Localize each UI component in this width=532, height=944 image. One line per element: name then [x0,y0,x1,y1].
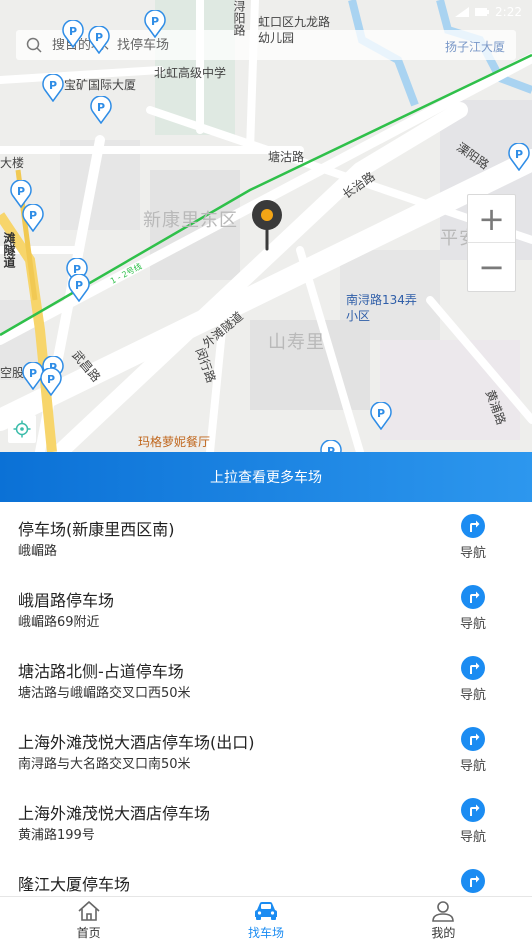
search-input[interactable] [52,37,452,53]
tab-mine-label: 我的 [431,926,456,940]
navigate-label: 导航 [459,759,486,774]
parking-pin[interactable]: P [22,204,44,232]
parking-name: 停车场(新康里西区南) [18,520,175,539]
parking-list-item[interactable]: 上海外滩茂悦大酒店停车场(出口) 南浔路与大名路交叉口南50米 导航 [0,715,532,786]
parking-pin[interactable]: P [62,20,84,48]
parking-list-item[interactable]: 上海外滩茂悦大酒店停车场 黄浦路199号 导航 [0,786,532,857]
svg-text:P: P [29,367,37,380]
zoom-in-button[interactable]: + [468,195,515,243]
navigate-button[interactable]: 导航 [454,727,492,774]
svg-text:P: P [17,185,25,198]
navigate-button[interactable]: 导航 [454,656,492,703]
map-label-tanggu-road: 塘沽路 [268,150,305,164]
svg-text:P: P [327,445,335,452]
map-label-shanshouli: 山寿里 [268,332,325,353]
navigate-label: 导航 [459,617,486,632]
tab-find-parking[interactable]: 找车场 [177,897,354,944]
navigate-arrow-icon [470,875,480,887]
home-icon [78,901,100,921]
map-label-nanxun-134: 南浔路134弄小区 [346,293,417,323]
navigate-button[interactable]: 导航 [454,585,492,632]
navigate-arrow-icon [470,662,480,674]
map-label-tunnel: 滩隧道 [2,232,16,268]
pull-up-more-parking-banner[interactable]: 上拉查看更多车场 [0,452,532,502]
svg-text:P: P [377,407,385,420]
svg-text:P: P [95,31,103,44]
navigate-arrow-icon [470,733,480,745]
svg-text:P: P [47,373,55,386]
map-label-beihong-school: 北虹高级中学 [154,66,227,80]
zoom-controls: + − [467,194,516,292]
parking-name: 上海外滩茂悦大酒店停车场 [18,804,211,823]
svg-text:P: P [29,209,37,222]
map-label-yangzijiang: 扬子江大厦 [445,40,506,54]
svg-text:P: P [515,148,523,161]
navigate-button[interactable]: 导航 [454,869,492,896]
search-icon [26,37,42,53]
parking-address: 峨嵋路 [18,544,58,559]
navigate-label: 导航 [459,688,486,703]
parking-list-item[interactable]: 塘沽路北侧-占道停车场 塘沽路与峨嵋路交叉口西50米 导航 [0,644,532,715]
parking-pin[interactable]: P [40,368,62,396]
map-label-building: 大楼 [0,156,25,170]
svg-text:P: P [69,25,77,38]
map-label-konggu: 空股 [0,366,25,380]
navigate-button[interactable]: 导航 [454,514,492,561]
parking-name: 隆江大厦停车场 [18,875,131,894]
svg-text:P: P [151,15,159,28]
map-label-baokuang: 宝矿国际大厦 [64,78,137,92]
bottom-tab-bar: 首页 找车场 我的 [0,896,532,944]
parking-list[interactable]: 停车场(新康里西区南) 峨嵋路 导航 峨眉路停车场 峨嵋路69附近 导航 塘沽路… [0,502,532,896]
user-icon [432,901,455,922]
locate-button[interactable] [8,415,36,443]
parking-pin[interactable]: P [320,440,342,452]
status-time: 2:22 [495,5,522,19]
navigate-arrow-icon [470,591,480,603]
svg-text:P: P [97,101,105,114]
zoom-out-button[interactable]: − [468,243,515,291]
parking-pin[interactable]: P [370,402,392,430]
tab-home-label: 首页 [76,926,101,940]
tab-mine[interactable]: 我的 [355,897,532,944]
map-view[interactable]: 2:22 浔阳路 虹口区九龙路幼儿园 扬子江大厦 宝矿国际大厦 北虹高级中学 大… [0,0,532,452]
map-label-xunyang-road: 浔阳路 [232,0,246,36]
parking-list-item[interactable]: 隆江大厦停车场 导航 [0,857,532,896]
parking-address: 南浔路与大名路交叉口南50米 [18,757,191,772]
navigate-button[interactable]: 导航 [454,798,492,845]
parking-pin[interactable]: P [90,96,112,124]
parking-address: 黄浦路199号 [18,828,95,843]
parking-pin[interactable]: P [144,10,166,38]
parking-pin[interactable]: P [42,74,64,102]
svg-text:P: P [49,79,57,92]
parking-address: 塘沽路与峨嵋路交叉口西50米 [18,686,191,701]
locate-icon [13,420,31,438]
parking-address: 峨嵋路69附近 [18,615,100,630]
navigate-label: 导航 [459,830,486,845]
svg-text:P: P [75,279,83,292]
signal-icon [455,7,470,17]
parking-list-item[interactable]: 峨眉路停车场 峨嵋路69附近 导航 [0,573,532,644]
tab-find-parking-label: 找车场 [247,926,284,940]
map-label-margone-restaurant: 玛格萝妮餐厅 [138,435,211,449]
parking-list-item[interactable]: 停车场(新康里西区南) 峨嵋路 导航 [0,502,532,573]
tab-home[interactable]: 首页 [0,897,177,944]
map-label-xinkangli: 新康里东区 [143,210,238,231]
center-location-pin-icon [250,199,284,251]
parking-name: 塘沽路北侧-占道停车场 [18,662,184,681]
car-icon [254,902,277,920]
navigate-arrow-icon [470,804,480,816]
status-bar: 2:22 [455,0,532,24]
parking-pin[interactable]: P [88,26,110,54]
parking-name: 上海外滩茂悦大酒店停车场(出口) [18,733,255,752]
navigate-label: 导航 [459,546,486,561]
map-label-kindergarten: 虹口区九龙路幼儿园 [258,15,331,45]
parking-pin[interactable]: P [68,274,90,302]
navigate-arrow-icon [470,520,480,532]
battery-icon [475,8,490,16]
parking-pin[interactable]: P [508,143,530,171]
parking-name: 峨眉路停车场 [18,591,115,610]
